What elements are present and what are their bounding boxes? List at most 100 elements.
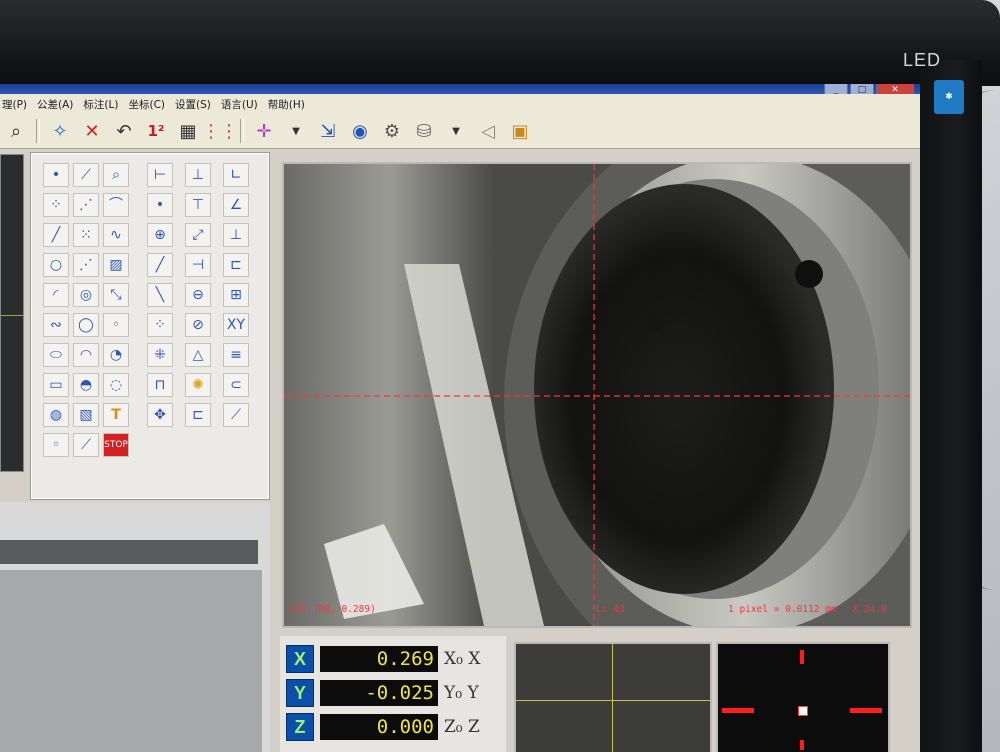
point-icon[interactable]: • [43, 163, 69, 187]
small-circle-icon[interactable]: ◦ [103, 313, 129, 337]
stack-icon[interactable]: ≡ [223, 343, 249, 367]
axis-sub-z: Z₀ Z [444, 717, 480, 737]
curve-icon[interactable]: ∿ [103, 223, 129, 247]
delete-icon[interactable]: ✕ [79, 118, 105, 144]
rectangle-icon[interactable]: ▭ [43, 373, 69, 397]
database-icon[interactable]: ⛁ [411, 118, 437, 144]
cross-dots-icon[interactable]: ⁜ [147, 343, 173, 367]
circle-icon[interactable]: ○ [43, 253, 69, 277]
camera-view[interactable]: (37.700, 0.289) L: 43 1 pixel = 0.0112 m… [282, 162, 912, 628]
key-slot-icon[interactable]: ⊏ [185, 403, 211, 427]
scale-readout: 1 pixel = 0.0112 mm X 24.9 [728, 604, 887, 615]
slash-icon[interactable]: ╲ [147, 283, 173, 307]
menu-item-help[interactable]: 帮助(H) [266, 97, 313, 112]
camera-icon[interactable]: ◉ [347, 118, 373, 144]
speaker-icon[interactable]: ◁ [475, 118, 501, 144]
lightbulb-icon[interactable]: ✺ [185, 373, 211, 397]
camera-image [284, 164, 910, 626]
ellipse-icon[interactable]: ⬭ [43, 343, 69, 367]
red-line-icon[interactable]: ╱ [147, 253, 173, 277]
dropdown-icon[interactable]: ▼ [283, 118, 309, 144]
cursor-cross-icon[interactable]: ✧ [47, 118, 73, 144]
menu-item-language[interactable]: 语言(U) [219, 97, 266, 112]
pen-icon[interactable]: ⟋ [73, 433, 99, 457]
column-grid-icon[interactable]: ⋮⋮ [202, 118, 238, 144]
hatch-icon[interactable]: ▨ [103, 253, 129, 277]
vertical-dist-icon[interactable]: ⊥ [185, 163, 211, 187]
line-point-icon[interactable]: ⟋ [73, 163, 99, 187]
multi-point-icon[interactable]: ⁘ [43, 193, 69, 217]
target-center [798, 706, 808, 716]
angle-icon[interactable]: ∟ [223, 163, 249, 187]
zoom-icon[interactable]: ⌕ [3, 118, 29, 144]
width-icon[interactable]: ⊢ [147, 163, 173, 187]
target-mark [800, 650, 804, 664]
circle-dist-icon[interactable]: ⊘ [185, 313, 211, 337]
sector-icon[interactable]: ◔ [103, 343, 129, 367]
axis-row-z: Z 0.000 Z₀ Z [286, 712, 480, 742]
axis-label-x[interactable]: X [286, 645, 314, 673]
menu-item-annotation[interactable]: 标注(L) [81, 97, 126, 112]
dots-grid-icon[interactable]: ⁘ [147, 313, 173, 337]
axis-row-y: Y -0.025 Y₀ Y [286, 678, 479, 708]
triangle-icon[interactable]: △ [185, 343, 211, 367]
angle-measure-icon[interactable]: ∠ [223, 193, 249, 217]
overview-viewport[interactable] [514, 642, 712, 752]
concentric-icon[interactable]: ◎ [73, 283, 99, 307]
arc-fit-icon[interactable]: ◠ [73, 343, 99, 367]
menu-item-process[interactable]: 理(P) [0, 97, 35, 112]
stop-icon[interactable]: STOP [103, 433, 129, 457]
dropdown-icon[interactable]: ▼ [443, 118, 469, 144]
slot-icon[interactable]: ⊂ [223, 373, 249, 397]
zoom-point-icon[interactable]: ⌕ [103, 163, 129, 187]
arc-tool-icon[interactable]: ◜ [43, 283, 69, 307]
target-viewport[interactable] [716, 642, 890, 752]
ring-fit-icon[interactable]: ◍ [43, 403, 69, 427]
sequence-icon[interactable]: 1² [143, 118, 169, 144]
settings-gear-icon[interactable]: ⚙ [379, 118, 405, 144]
menu-item-coordinate[interactable]: 坐标(C) [126, 97, 173, 112]
left-lower-panel [0, 502, 270, 752]
half-circle-icon[interactable]: ◓ [73, 373, 99, 397]
menu-item-settings[interactable]: 设置(S) [173, 97, 219, 112]
export-icon[interactable]: ⇲ [315, 118, 341, 144]
menu-item-tolerance[interactable]: 公差(A) [35, 97, 81, 112]
diagonal-dist-icon[interactable]: ⤢ [185, 223, 211, 247]
ring-icon[interactable]: ◌ [103, 373, 129, 397]
move-icon[interactable]: ✥ [147, 403, 173, 427]
text-tool-icon[interactable]: T [103, 403, 129, 427]
circle-fit-icon[interactable]: ◯ [73, 313, 99, 337]
grid-icon[interactable]: ▦ [175, 118, 201, 144]
monitor-brand-label: LED [903, 50, 942, 70]
line-pick-icon[interactable]: ⟋ [223, 403, 249, 427]
spline-icon[interactable]: ∾ [43, 313, 69, 337]
arc-icon[interactable]: ⌒ [103, 193, 129, 217]
point-cloud-icon[interactable]: ⁙ [73, 223, 99, 247]
dotted-line-icon[interactable]: ⋰ [73, 193, 99, 217]
image-icon[interactable]: ▣ [507, 118, 533, 144]
caliper-icon[interactable]: ⊓ [147, 373, 173, 397]
crosshair-icon[interactable]: ✛ [251, 118, 277, 144]
xy-label-icon[interactable]: XY [223, 313, 249, 337]
line-fit-icon[interactable]: ⋰ [73, 253, 99, 277]
bracket-icon[interactable]: ⊏ [223, 253, 249, 277]
vertical-bar-icon[interactable]: ⊣ [185, 253, 211, 277]
circle-center-icon[interactable]: ⊕ [147, 223, 173, 247]
line-icon[interactable]: ╱ [43, 223, 69, 247]
hatch-fit-icon[interactable]: ▧ [73, 403, 99, 427]
coord-icon[interactable]: ⊞ [223, 283, 249, 307]
level-icon[interactable]: ⊥ [223, 223, 249, 247]
circle-measure-icon[interactable]: ⊖ [185, 283, 211, 307]
circle-pick-icon[interactable]: ◦ [43, 433, 69, 457]
undo-icon[interactable]: ↶ [111, 118, 137, 144]
diagonal-icon[interactable]: ⤡ [103, 283, 129, 307]
horizontal-dist-icon[interactable]: ⊤ [185, 193, 211, 217]
axis-value-z: 0.000 [320, 714, 438, 740]
axis-label-y[interactable]: Y [286, 679, 314, 707]
tool-palette: • ⟋ ⌕ ⊢ ⊥ ∟ ⁘ ⋰ ⌒ • ⊤ ∠ ╱ ⁙ ∿ ⊕ ⤢ ⊥ ○ ⋰ ▨ ╱ ⊣ ⊏ ◜ ◎ ⤡ ╲ ⊖ ⊞ ∾ ◯ ◦ ⁘ ⊘ XY ⬭ ◠ ◔… [30, 152, 270, 500]
axis-row-x: X 0.269 X₀ X [286, 644, 480, 674]
monitor-bezel-top [0, 0, 1000, 86]
axis-label-z[interactable]: Z [286, 713, 314, 741]
point-pick-icon[interactable]: • [147, 193, 173, 217]
pixel-scale-text: 1 pixel = 0.0112 mm [728, 604, 837, 615]
